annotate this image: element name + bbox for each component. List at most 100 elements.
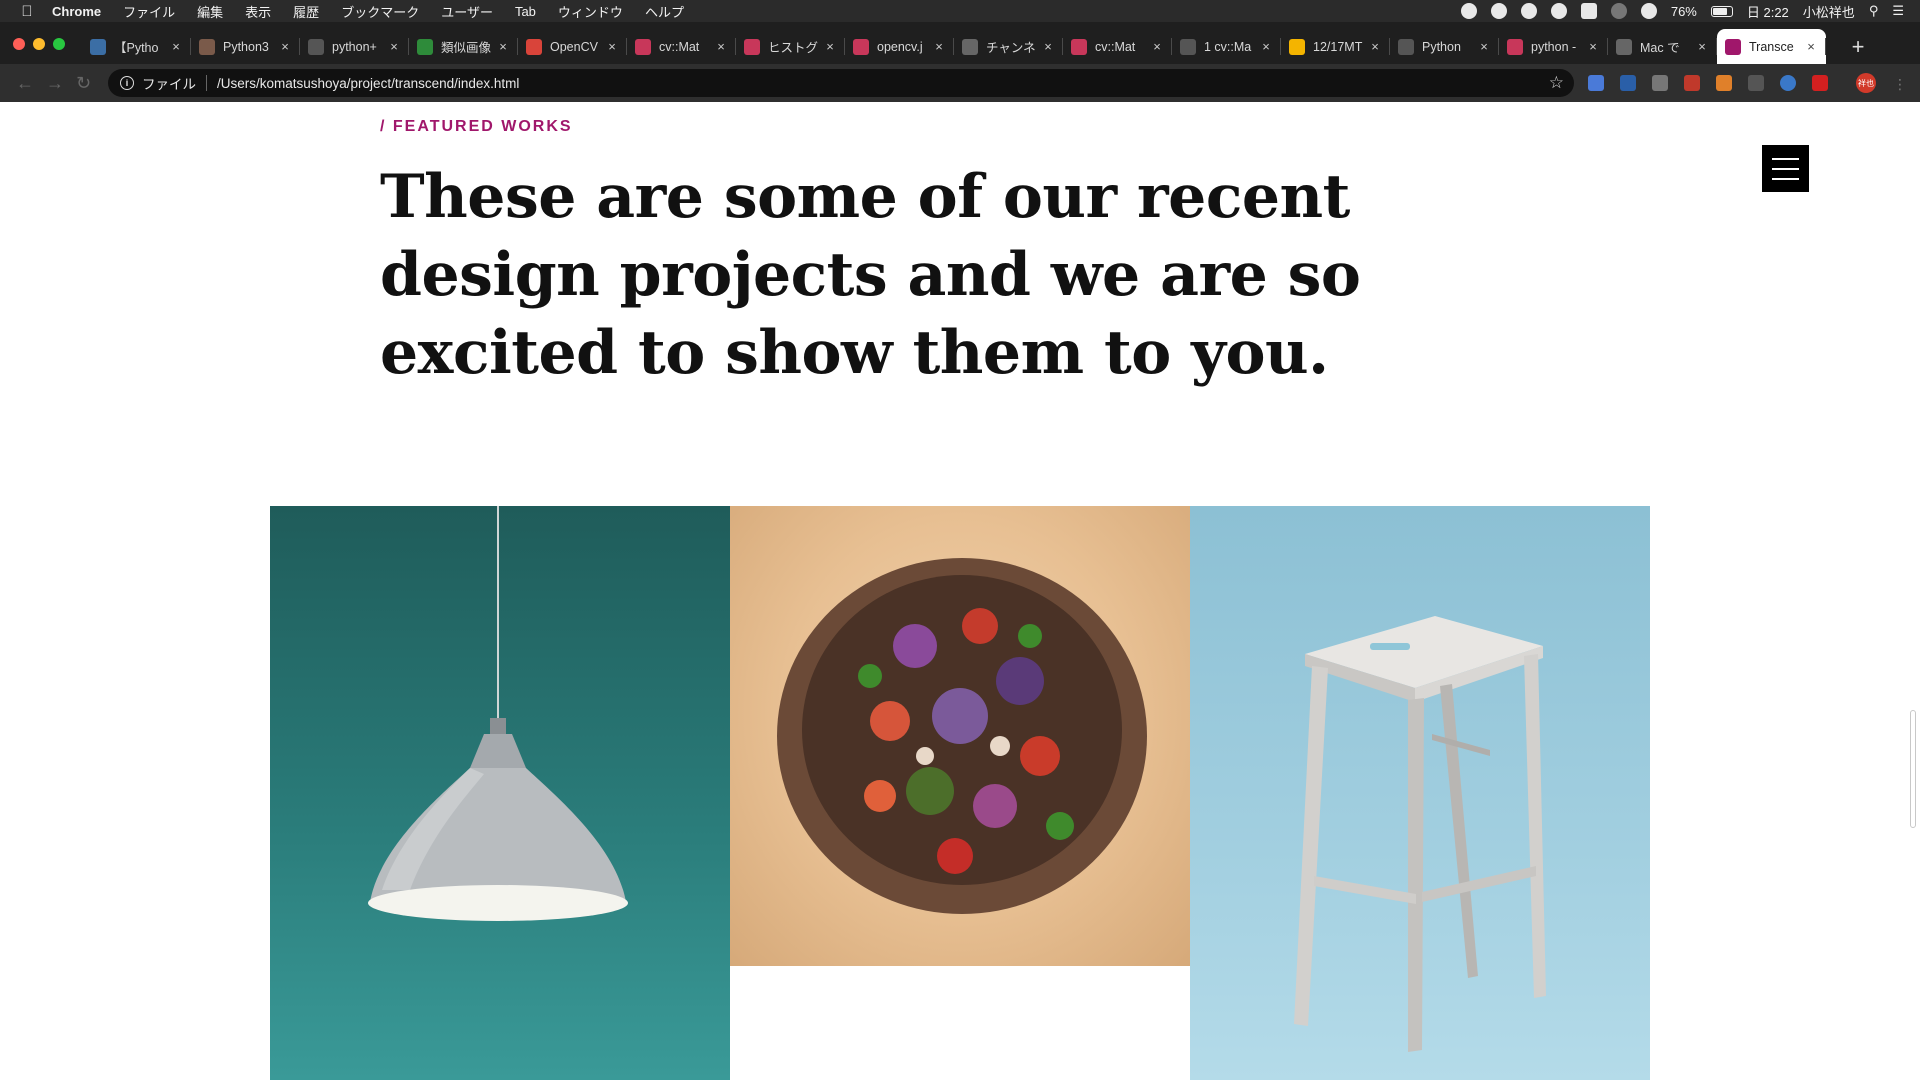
tab[interactable]: 【Pytho × (82, 29, 191, 64)
tab-favicon-icon (1616, 38, 1632, 55)
menu-edit[interactable]: 編集 (197, 2, 223, 21)
close-window-icon[interactable] (13, 38, 25, 50)
input-method-icon[interactable] (1580, 3, 1597, 19)
tab-active[interactable]: Transce × (1717, 29, 1826, 64)
tab-close-icon[interactable]: × (932, 39, 946, 54)
browser-tab-strip: 【Pytho × Python3 × python+ × 類似画像 × OpenCV × cv::M… (0, 22, 1920, 64)
gallery-item-lamp[interactable] (270, 506, 730, 1080)
address-scheme-label: ファイル (142, 77, 196, 92)
grammarly-status-icon[interactable] (1490, 3, 1507, 19)
gallery-item-salad[interactable] (730, 506, 1190, 966)
tab-close-icon[interactable]: × (1586, 39, 1600, 54)
bluetooth-icon[interactable] (1610, 3, 1627, 19)
profile-avatar[interactable]: 祥也 (1856, 73, 1876, 93)
tab[interactable]: ヒストグ × (736, 29, 845, 64)
tab-close-icon[interactable]: × (714, 39, 728, 54)
tab-title: チャンネ (986, 41, 1036, 55)
tab-close-icon[interactable]: × (1041, 39, 1055, 54)
tab[interactable]: 12/17MT × (1281, 29, 1390, 64)
extension-icon[interactable] (1652, 75, 1668, 91)
tab-close-icon[interactable]: × (1804, 39, 1818, 54)
tab-title: cv::Mat (659, 39, 700, 54)
tab-close-icon[interactable]: × (387, 39, 401, 54)
forward-icon[interactable]: → (46, 73, 64, 94)
menu-user[interactable]: ユーザー (441, 2, 493, 21)
tab[interactable]: 類似画像 × (409, 29, 518, 64)
apple-menu-icon[interactable]:  (16, 3, 38, 20)
tab[interactable]: cv::Mat × (1063, 29, 1172, 64)
tab-favicon-icon (962, 38, 978, 55)
wifi-icon[interactable] (1640, 3, 1657, 19)
tab-title: cv::Mat (1095, 39, 1136, 54)
creative-cloud-icon[interactable] (1550, 3, 1567, 19)
menu-history[interactable]: 履歴 (293, 2, 319, 21)
tab-close-icon[interactable]: × (605, 39, 619, 54)
menu-file[interactable]: ファイル (123, 2, 175, 21)
record-status-icon[interactable] (1460, 3, 1477, 19)
dictionary-extension-icon[interactable] (1620, 75, 1636, 91)
gallery-item-stool[interactable] (1190, 506, 1650, 1080)
tab-favicon-icon (199, 38, 215, 55)
tab-close-icon[interactable]: × (1368, 39, 1382, 54)
menu-view[interactable]: 表示 (245, 2, 271, 21)
stool-illustration (1294, 616, 1546, 1052)
tab[interactable]: OpenCV × (518, 29, 627, 64)
menu-help[interactable]: ヘルプ (645, 2, 684, 21)
tab[interactable]: opencv.j × (845, 29, 954, 64)
tab-close-icon[interactable]: × (1695, 39, 1709, 54)
address-bar[interactable]: i ファイル /Users/komatsushoya/project/trans… (108, 69, 1574, 97)
tab-close-icon[interactable]: × (496, 39, 510, 54)
tab[interactable]: 1 cv::Ma × (1172, 29, 1281, 64)
tab[interactable]: Python3 × (191, 29, 300, 64)
tab-title: python - (1531, 39, 1577, 54)
back-icon[interactable]: ← (16, 73, 34, 94)
gif-extension-icon[interactable] (1684, 75, 1700, 91)
video-extension-icon[interactable] (1812, 75, 1828, 91)
section-eyebrow: / FEATURED WORKS (380, 118, 573, 135)
network-extension-icon[interactable] (1780, 75, 1796, 91)
site-info-icon[interactable]: i (120, 76, 134, 90)
tab[interactable]: python+ × (300, 29, 409, 64)
reload-icon[interactable]: ↻ (76, 73, 91, 94)
battery-icon[interactable] (1710, 5, 1733, 17)
bookmark-star-icon[interactable]: ☆ (1549, 73, 1564, 93)
tab-title: Mac で (1640, 41, 1680, 55)
browser-menu-icon[interactable]: ⋮ (1893, 76, 1907, 93)
address-divider (206, 75, 207, 91)
tab[interactable]: Python × (1390, 29, 1499, 64)
menu-tab[interactable]: Tab (515, 4, 536, 19)
fullscreen-window-icon[interactable] (53, 38, 65, 50)
menu-bookmarks[interactable]: ブックマーク (341, 2, 419, 21)
translate-extension-icon[interactable] (1588, 75, 1604, 91)
hamburger-menu-button[interactable] (1762, 145, 1809, 192)
page-scrollbar[interactable] (1910, 710, 1916, 828)
tab[interactable]: チャンネ × (954, 29, 1063, 64)
metamask-extension-icon[interactable] (1716, 75, 1732, 91)
tab-close-icon[interactable]: × (1259, 39, 1273, 54)
tab-title: 12/17MT (1313, 39, 1363, 54)
tab-favicon-icon (1289, 38, 1305, 55)
menu-window[interactable]: ウィンドウ (558, 2, 623, 21)
minimize-window-icon[interactable] (33, 38, 45, 50)
tab[interactable]: cv::Mat × (627, 29, 736, 64)
spotlight-icon[interactable]: ⚲ (1869, 3, 1879, 19)
tab[interactable]: Mac で × (1608, 29, 1717, 64)
new-tab-button[interactable]: + (1846, 34, 1870, 59)
selenium-extension-icon[interactable] (1748, 75, 1764, 91)
notification-center-icon[interactable]: ☰ (1892, 3, 1904, 19)
address-url[interactable]: /Users/komatsushoya/project/transcend/in… (217, 76, 519, 91)
tab-close-icon[interactable]: × (1150, 39, 1164, 54)
menubar-user[interactable]: 小松祥也 (1803, 2, 1855, 21)
macos-menubar:  Chrome ファイル 編集 表示 履歴 ブックマーク ユーザー Tab ウ… (0, 0, 1920, 22)
tab-close-icon[interactable]: × (1477, 39, 1491, 54)
tab[interactable]: python - × (1499, 29, 1608, 64)
menu-app-name[interactable]: Chrome (52, 4, 101, 19)
menubar-clock[interactable]: 日 2:22 (1747, 2, 1789, 21)
cloud-status-icon[interactable] (1520, 3, 1537, 19)
tab-close-icon[interactable]: × (823, 39, 837, 54)
tab-close-icon[interactable]: × (169, 39, 183, 54)
tab-title: python+ (332, 39, 377, 54)
tab-close-icon[interactable]: × (278, 39, 292, 54)
tab-favicon-icon (417, 38, 433, 55)
tab-favicon-icon (308, 38, 324, 55)
